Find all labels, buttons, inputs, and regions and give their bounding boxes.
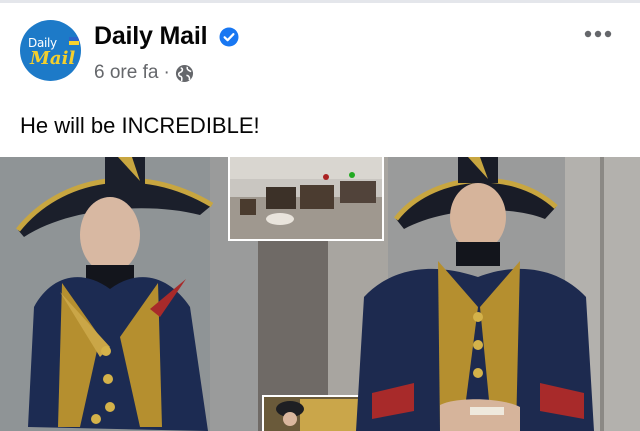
- post-meta: 6 ore fa ·: [94, 62, 194, 84]
- post-photo[interactable]: [0, 157, 640, 431]
- meta-separator: ·: [163, 62, 170, 83]
- post-caption: He will be INCREDIBLE!: [20, 113, 260, 138]
- inset-street-scene: [228, 157, 384, 241]
- top-divider: [0, 0, 640, 3]
- more-options-icon[interactable]: [584, 30, 612, 38]
- page-avatar[interactable]: Daily Mail: [20, 20, 81, 81]
- flag-icon: [69, 37, 79, 45]
- photo-collage: [0, 157, 640, 431]
- inset-bottom-photo: [262, 395, 370, 431]
- post-timestamp-link[interactable]: 6 ore fa: [94, 62, 158, 84]
- page-name-link[interactable]: Daily Mail: [94, 22, 208, 51]
- verified-badge-icon: [219, 27, 239, 47]
- avatar-text-mail: Mail: [30, 48, 76, 69]
- globe-icon[interactable]: [175, 64, 194, 83]
